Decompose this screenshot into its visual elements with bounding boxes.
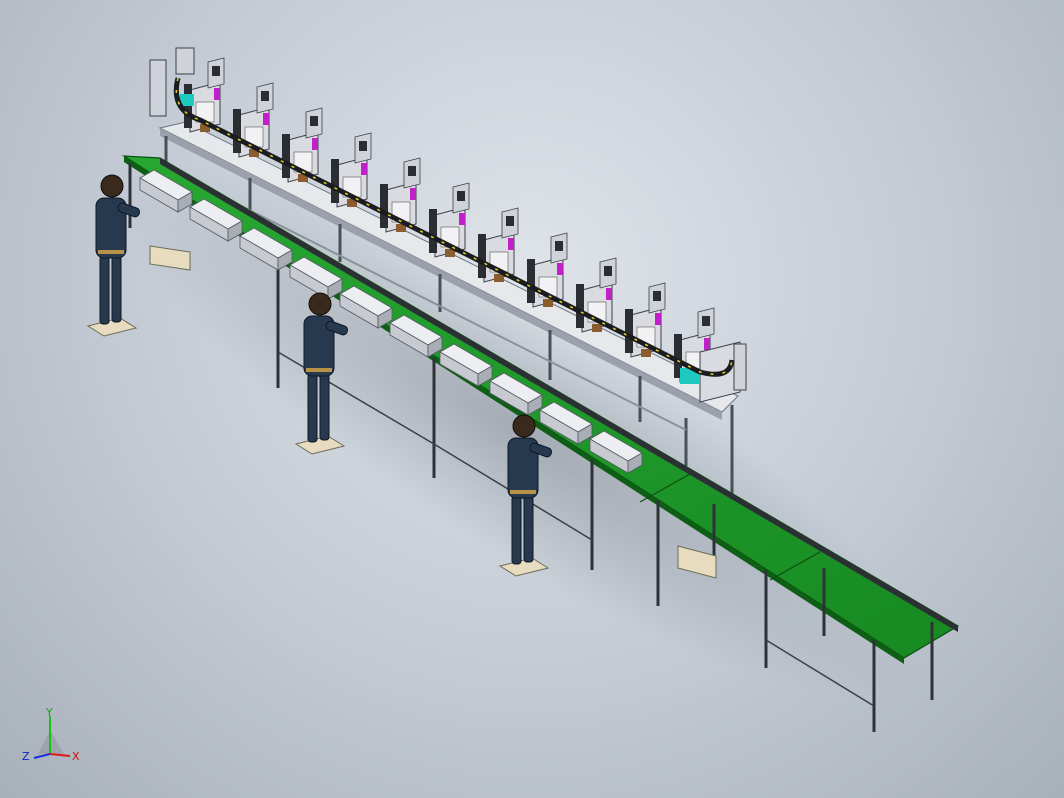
triad-z-label: Z <box>22 750 30 763</box>
orientation-triad[interactable]: Y X Z <box>22 706 80 763</box>
triad-z-axis <box>33 753 51 759</box>
assembly-line-model[interactable]: Y X Z <box>0 0 1064 798</box>
triad-y-label: Y <box>45 706 53 719</box>
triad-x-axis <box>49 753 71 757</box>
triad-x-label: X <box>72 750 80 763</box>
start-station <box>149 47 195 117</box>
cad-viewport[interactable]: Y X Z <box>0 0 1064 798</box>
